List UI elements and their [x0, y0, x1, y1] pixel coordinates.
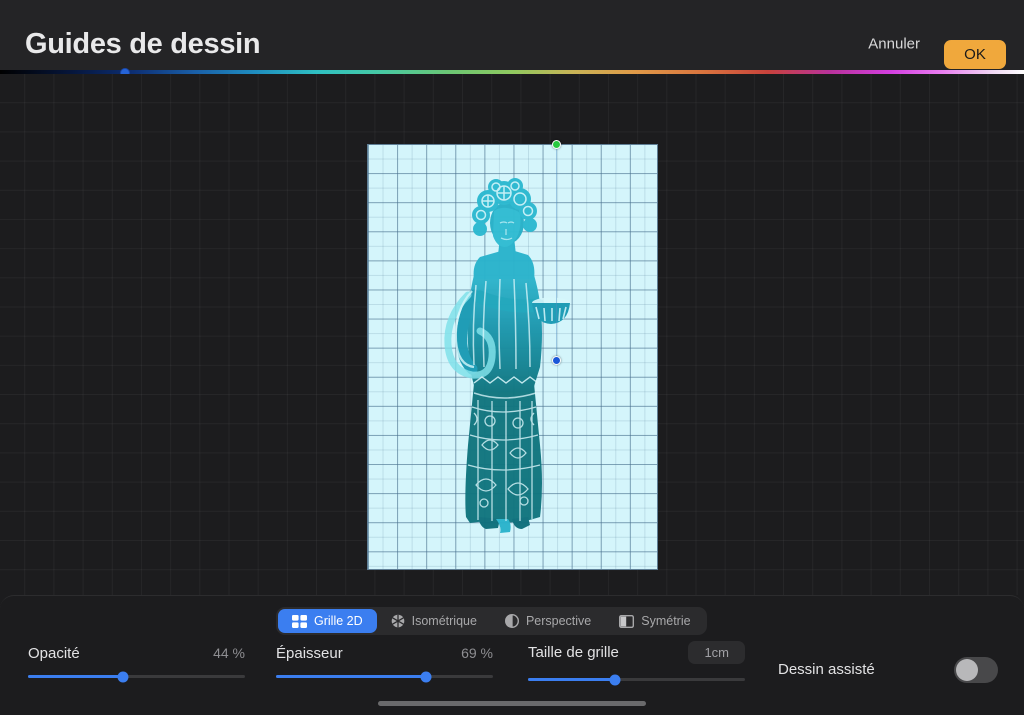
tab-grille-2d-label: Grille 2D	[314, 614, 363, 628]
grid-2d-icon	[292, 614, 307, 628]
grid-size-slider[interactable]	[528, 674, 745, 685]
perspective-icon	[504, 614, 519, 628]
grid-size-slider-knob[interactable]	[609, 674, 621, 685]
opacity-value: 44 %	[213, 645, 245, 661]
tab-isometrique-label: Isométrique	[411, 614, 477, 628]
opacity-slider[interactable]	[28, 671, 245, 682]
opacity-slider-knob[interactable]	[117, 671, 129, 682]
drawing-guides-modal: Guides de dessin Annuler OK Grille 2D Is…	[0, 0, 1024, 715]
symmetry-icon	[619, 614, 635, 628]
guide-mode-segmented-control[interactable]: Grille 2D Isométrique Perspective Symétr…	[276, 607, 707, 635]
guide-line	[556, 144, 557, 360]
page-title: Guides de dessin	[25, 28, 261, 60]
thickness-value: 69 %	[461, 645, 493, 661]
grid-size-control: Taille de grille 1cm	[528, 641, 745, 685]
home-indicator	[378, 701, 646, 706]
tab-isometrique[interactable]: Isométrique	[377, 609, 491, 633]
canvas-area[interactable]	[0, 74, 1024, 595]
tab-perspective-label: Perspective	[525, 614, 592, 628]
drawing-assist-toggle-knob	[956, 659, 978, 681]
thickness-label: Épaisseur	[276, 645, 343, 662]
drawing-assist-label: Dessin assisté	[778, 661, 875, 678]
tab-symetrie[interactable]: Symétrie	[605, 609, 704, 633]
tab-grille-2d[interactable]: Grille 2D	[278, 609, 377, 633]
grid-size-value[interactable]: 1cm	[688, 641, 745, 664]
drawing-assist-toggle[interactable]	[954, 657, 998, 683]
thickness-slider-fill	[276, 675, 426, 678]
rotation-handle[interactable]	[552, 140, 561, 149]
thickness-slider[interactable]	[276, 671, 493, 682]
position-handle[interactable]	[552, 356, 561, 365]
tab-perspective[interactable]: Perspective	[491, 609, 605, 633]
thickness-slider-knob[interactable]	[420, 671, 432, 682]
ok-button[interactable]: OK	[944, 40, 1006, 69]
grid-size-label: Taille de grille	[528, 644, 619, 661]
controls-panel: Grille 2D Isométrique Perspective Symétr…	[0, 595, 1024, 715]
grid-page-preview[interactable]	[367, 144, 658, 570]
grid-major-lines	[368, 145, 657, 569]
thickness-control: Épaisseur 69 %	[276, 645, 493, 682]
opacity-control: Opacité 44 %	[28, 645, 245, 682]
tab-symetrie-label: Symétrie	[641, 614, 691, 628]
isometric-icon	[391, 614, 405, 628]
opacity-label: Opacité	[28, 645, 80, 662]
opacity-slider-fill	[28, 675, 124, 678]
cancel-button[interactable]: Annuler	[868, 36, 920, 53]
modal-header: Guides de dessin Annuler OK	[0, 0, 1024, 71]
grid-size-slider-fill	[528, 678, 615, 681]
